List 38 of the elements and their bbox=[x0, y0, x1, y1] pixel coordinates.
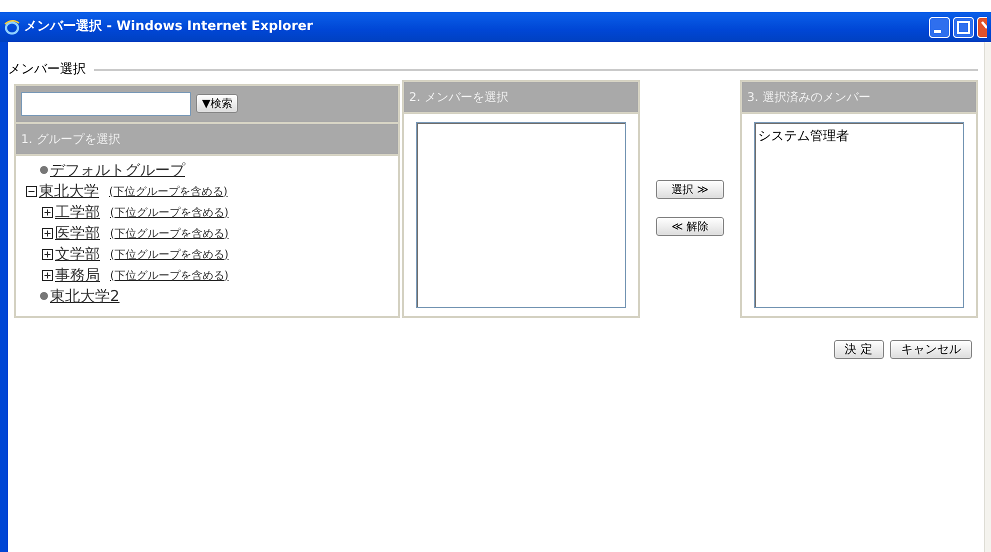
remove-button[interactable]: ≪ 解除 bbox=[656, 216, 724, 236]
bullet-icon bbox=[40, 292, 48, 300]
ok-button[interactable]: 決 定 bbox=[834, 340, 884, 358]
search-button[interactable]: ▼検索 bbox=[196, 94, 238, 113]
group-link[interactable]: 東北大学2 bbox=[50, 286, 120, 306]
panel-header: 3. 選択済みのメンバー bbox=[742, 82, 976, 114]
expand-icon[interactable] bbox=[42, 228, 53, 238]
scrollbar[interactable] bbox=[984, 42, 991, 552]
section-legend: メンバー選択 bbox=[8, 60, 86, 80]
group-link[interactable]: 事務局 bbox=[55, 264, 100, 286]
collapse-icon[interactable] bbox=[26, 186, 37, 196]
include-subgroups-link[interactable]: (下位グループを含める) bbox=[109, 180, 228, 202]
add-button[interactable]: 選択 ≫ bbox=[656, 180, 724, 198]
include-subgroups-link[interactable]: (下位グループを含める) bbox=[110, 202, 229, 222]
selected-list[interactable]: システム管理者 bbox=[754, 122, 964, 308]
group-link[interactable]: 東北大学 bbox=[39, 180, 99, 202]
panel-header: 2. メンバーを選択 bbox=[404, 82, 638, 114]
group-link[interactable]: デフォルトグループ bbox=[50, 160, 185, 180]
include-subgroups-link[interactable]: (下位グループを含める) bbox=[110, 244, 229, 264]
group-link[interactable]: 文学部 bbox=[55, 244, 100, 264]
bullet-icon bbox=[40, 166, 48, 174]
member-list[interactable] bbox=[416, 122, 626, 308]
window-title: メンバー選択 - Windows Internet Explorer bbox=[24, 18, 313, 36]
group-link[interactable]: 工学部 bbox=[55, 202, 100, 222]
expand-icon[interactable] bbox=[42, 248, 53, 260]
panel-header: 1. グループを選択 bbox=[16, 124, 398, 156]
browser-icon bbox=[4, 19, 20, 35]
search-field[interactable] bbox=[21, 92, 191, 116]
include-subgroups-link[interactable]: (下位グループを含める) bbox=[110, 222, 229, 244]
include-subgroups-link[interactable]: (下位グループを含める) bbox=[110, 264, 229, 286]
close-button[interactable] bbox=[977, 16, 987, 38]
expand-icon[interactable] bbox=[42, 270, 53, 280]
minimize-button[interactable] bbox=[928, 16, 950, 38]
group-link[interactable]: 医学部 bbox=[55, 222, 100, 244]
maximize-button[interactable] bbox=[952, 16, 974, 38]
expand-icon[interactable] bbox=[42, 206, 53, 218]
cancel-button[interactable]: キャンセル bbox=[890, 340, 972, 358]
member-item[interactable]: システム管理者 bbox=[758, 126, 960, 146]
